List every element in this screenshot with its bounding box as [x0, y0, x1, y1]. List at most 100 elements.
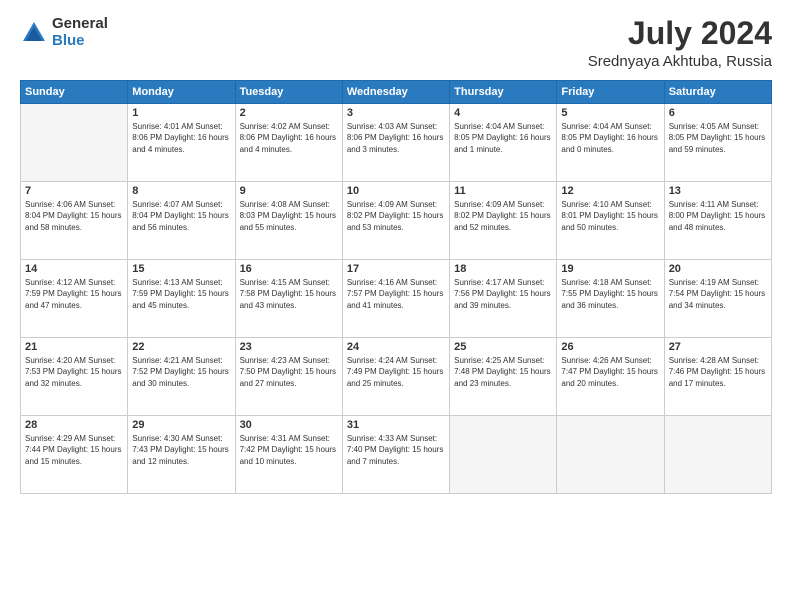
day-number: 31 [347, 419, 445, 431]
calendar-cell: 4 Sunrise: 4:04 AM Sunset: 8:05 PM Daylig… [450, 104, 557, 182]
calendar-body: 1Sunrise: 4:01 AM Sunset: 8:06 PM Daylig… [21, 104, 772, 494]
day-info: Sunrise: 4:16 AM Sunset: 7:57 PM Dayligh… [347, 277, 445, 311]
calendar-cell: 19 Sunrise: 4:18 AM Sunset: 7:55 PM Dayli… [557, 260, 664, 338]
weekday-header-sunday: Sunday [21, 81, 128, 104]
weekday-header-tuesday: Tuesday [235, 81, 342, 104]
day-info: Sunrise: 4:33 AM Sunset: 7:40 PM Dayligh… [347, 433, 445, 467]
weekday-header-friday: Friday [557, 81, 664, 104]
calendar-cell: 25 Sunrise: 4:25 AM Sunset: 7:48 PM Dayli… [450, 338, 557, 416]
day-info: Sunrise: 4:08 AM Sunset: 8:03 PM Dayligh… [240, 199, 338, 233]
day-info: Sunrise: 4:29 AM Sunset: 7:44 PM Dayligh… [25, 433, 123, 467]
day-number: 6 [669, 107, 767, 119]
header: General Blue July 2024 Srednyaya Akhtuba… [20, 16, 772, 70]
calendar-cell: 6Sunrise: 4:05 AM Sunset: 8:05 PM Daylig… [664, 104, 771, 182]
day-info: Sunrise: 4:21 AM Sunset: 7:52 PM Dayligh… [132, 355, 230, 389]
calendar-cell: 18Sunrise: 4:17 AM Sunset: 7:56 PM Dayli… [450, 260, 557, 338]
day-info: Sunrise: 4:03 AM Sunset: 8:06 PM Dayligh… [347, 121, 445, 155]
day-info: Sunrise: 4:25 AM Sunset: 7:48 PM Dayligh… [454, 355, 552, 389]
day-number: 5 [561, 107, 659, 119]
day-number: 14 [25, 263, 123, 275]
calendar-cell: 20Sunrise: 4:19 AM Sunset: 7:54 PM Dayli… [664, 260, 771, 338]
day-info: Sunrise: 4:24 AM Sunset: 7:49 PM Dayligh… [347, 355, 445, 389]
calendar-title: July 2024 [588, 16, 772, 51]
day-number: 7 [25, 185, 123, 197]
day-number: 29 [132, 419, 230, 431]
calendar-cell: 16Sunrise: 4:15 AM Sunset: 7:58 PM Dayli… [235, 260, 342, 338]
day-info: Sunrise: 4:04 AM Sunset: 8:05 PM Dayligh… [454, 121, 552, 155]
week-row-0: 1Sunrise: 4:01 AM Sunset: 8:06 PM Daylig… [21, 104, 772, 182]
calendar-cell: 3 Sunrise: 4:03 AM Sunset: 8:06 PM Daylig… [342, 104, 449, 182]
logo-text: General Blue [52, 16, 108, 49]
day-info: Sunrise: 4:23 AM Sunset: 7:50 PM Dayligh… [240, 355, 338, 389]
day-info: Sunrise: 4:04 AM Sunset: 8:05 PM Dayligh… [561, 121, 659, 155]
day-number: 15 [132, 263, 230, 275]
day-number: 11 [454, 185, 552, 197]
calendar-table: SundayMondayTuesdayWednesdayThursdayFrid… [20, 80, 772, 494]
day-info: Sunrise: 4:31 AM Sunset: 7:42 PM Dayligh… [240, 433, 338, 467]
calendar-cell: 11 Sunrise: 4:09 AM Sunset: 8:02 PM Dayli… [450, 182, 557, 260]
week-row-3: 21 Sunrise: 4:20 AM Sunset: 7:53 PM Dayli… [21, 338, 772, 416]
day-info: Sunrise: 4:19 AM Sunset: 7:54 PM Dayligh… [669, 277, 767, 311]
week-row-1: 7 Sunrise: 4:06 AM Sunset: 8:04 PM Daylig… [21, 182, 772, 260]
day-number: 17 [347, 263, 445, 275]
day-info: Sunrise: 4:09 AM Sunset: 8:02 PM Dayligh… [454, 199, 552, 233]
calendar-cell: 28 Sunrise: 4:29 AM Sunset: 7:44 PM Dayli… [21, 416, 128, 494]
day-info: Sunrise: 4:18 AM Sunset: 7:55 PM Dayligh… [561, 277, 659, 311]
day-number: 4 [454, 107, 552, 119]
day-info: Sunrise: 4:10 AM Sunset: 8:01 PM Dayligh… [561, 199, 659, 233]
day-number: 25 [454, 341, 552, 353]
calendar-cell: 10 Sunrise: 4:09 AM Sunset: 8:02 PM Dayli… [342, 182, 449, 260]
calendar-cell: 8 Sunrise: 4:07 AM Sunset: 8:04 PM Daylig… [128, 182, 235, 260]
calendar-cell: 31 Sunrise: 4:33 AM Sunset: 7:40 PM Dayli… [342, 416, 449, 494]
weekday-header-saturday: Saturday [664, 81, 771, 104]
weekday-header-wednesday: Wednesday [342, 81, 449, 104]
day-number: 28 [25, 419, 123, 431]
calendar-cell [557, 416, 664, 494]
day-info: Sunrise: 4:28 AM Sunset: 7:46 PM Dayligh… [669, 355, 767, 389]
day-number: 26 [561, 341, 659, 353]
week-row-2: 14 Sunrise: 4:12 AM Sunset: 7:59 PM Dayli… [21, 260, 772, 338]
week-row-4: 28 Sunrise: 4:29 AM Sunset: 7:44 PM Dayli… [21, 416, 772, 494]
logo-general-text: General [52, 16, 108, 33]
day-number: 18 [454, 263, 552, 275]
day-number: 24 [347, 341, 445, 353]
calendar-page: General Blue July 2024 Srednyaya Akhtuba… [0, 0, 792, 612]
logo-blue-text: Blue [52, 33, 108, 50]
calendar-cell: 22 Sunrise: 4:21 AM Sunset: 7:52 PM Dayli… [128, 338, 235, 416]
day-number: 12 [561, 185, 659, 197]
day-number: 19 [561, 263, 659, 275]
day-info: Sunrise: 4:12 AM Sunset: 7:59 PM Dayligh… [25, 277, 123, 311]
day-number: 3 [347, 107, 445, 119]
day-info: Sunrise: 4:02 AM Sunset: 8:06 PM Dayligh… [240, 121, 338, 155]
calendar-cell: 17 Sunrise: 4:16 AM Sunset: 7:57 PM Dayli… [342, 260, 449, 338]
calendar-cell: 30Sunrise: 4:31 AM Sunset: 7:42 PM Dayli… [235, 416, 342, 494]
calendar-cell [664, 416, 771, 494]
title-block: July 2024 Srednyaya Akhtuba, Russia [588, 16, 772, 70]
day-info: Sunrise: 4:01 AM Sunset: 8:06 PM Dayligh… [132, 121, 230, 155]
day-number: 10 [347, 185, 445, 197]
day-number: 9 [240, 185, 338, 197]
calendar-cell: 9 Sunrise: 4:08 AM Sunset: 8:03 PM Daylig… [235, 182, 342, 260]
day-number: 22 [132, 341, 230, 353]
day-info: Sunrise: 4:09 AM Sunset: 8:02 PM Dayligh… [347, 199, 445, 233]
calendar-cell: 24 Sunrise: 4:24 AM Sunset: 7:49 PM Dayli… [342, 338, 449, 416]
day-number: 27 [669, 341, 767, 353]
day-info: Sunrise: 4:26 AM Sunset: 7:47 PM Dayligh… [561, 355, 659, 389]
calendar-cell [21, 104, 128, 182]
weekday-header-thursday: Thursday [450, 81, 557, 104]
day-info: Sunrise: 4:15 AM Sunset: 7:58 PM Dayligh… [240, 277, 338, 311]
day-info: Sunrise: 4:06 AM Sunset: 8:04 PM Dayligh… [25, 199, 123, 233]
calendar-cell: 13Sunrise: 4:11 AM Sunset: 8:00 PM Dayli… [664, 182, 771, 260]
calendar-cell: 23Sunrise: 4:23 AM Sunset: 7:50 PM Dayli… [235, 338, 342, 416]
calendar-cell: 27 Sunrise: 4:28 AM Sunset: 7:46 PM Dayli… [664, 338, 771, 416]
day-number: 8 [132, 185, 230, 197]
calendar-cell: 5 Sunrise: 4:04 AM Sunset: 8:05 PM Daylig… [557, 104, 664, 182]
day-number: 21 [25, 341, 123, 353]
day-info: Sunrise: 4:20 AM Sunset: 7:53 PM Dayligh… [25, 355, 123, 389]
calendar-cell [450, 416, 557, 494]
calendar-cell: 2Sunrise: 4:02 AM Sunset: 8:06 PM Daylig… [235, 104, 342, 182]
day-info: Sunrise: 4:13 AM Sunset: 7:59 PM Dayligh… [132, 277, 230, 311]
calendar-cell: 14 Sunrise: 4:12 AM Sunset: 7:59 PM Dayli… [21, 260, 128, 338]
day-number: 13 [669, 185, 767, 197]
day-info: Sunrise: 4:07 AM Sunset: 8:04 PM Dayligh… [132, 199, 230, 233]
